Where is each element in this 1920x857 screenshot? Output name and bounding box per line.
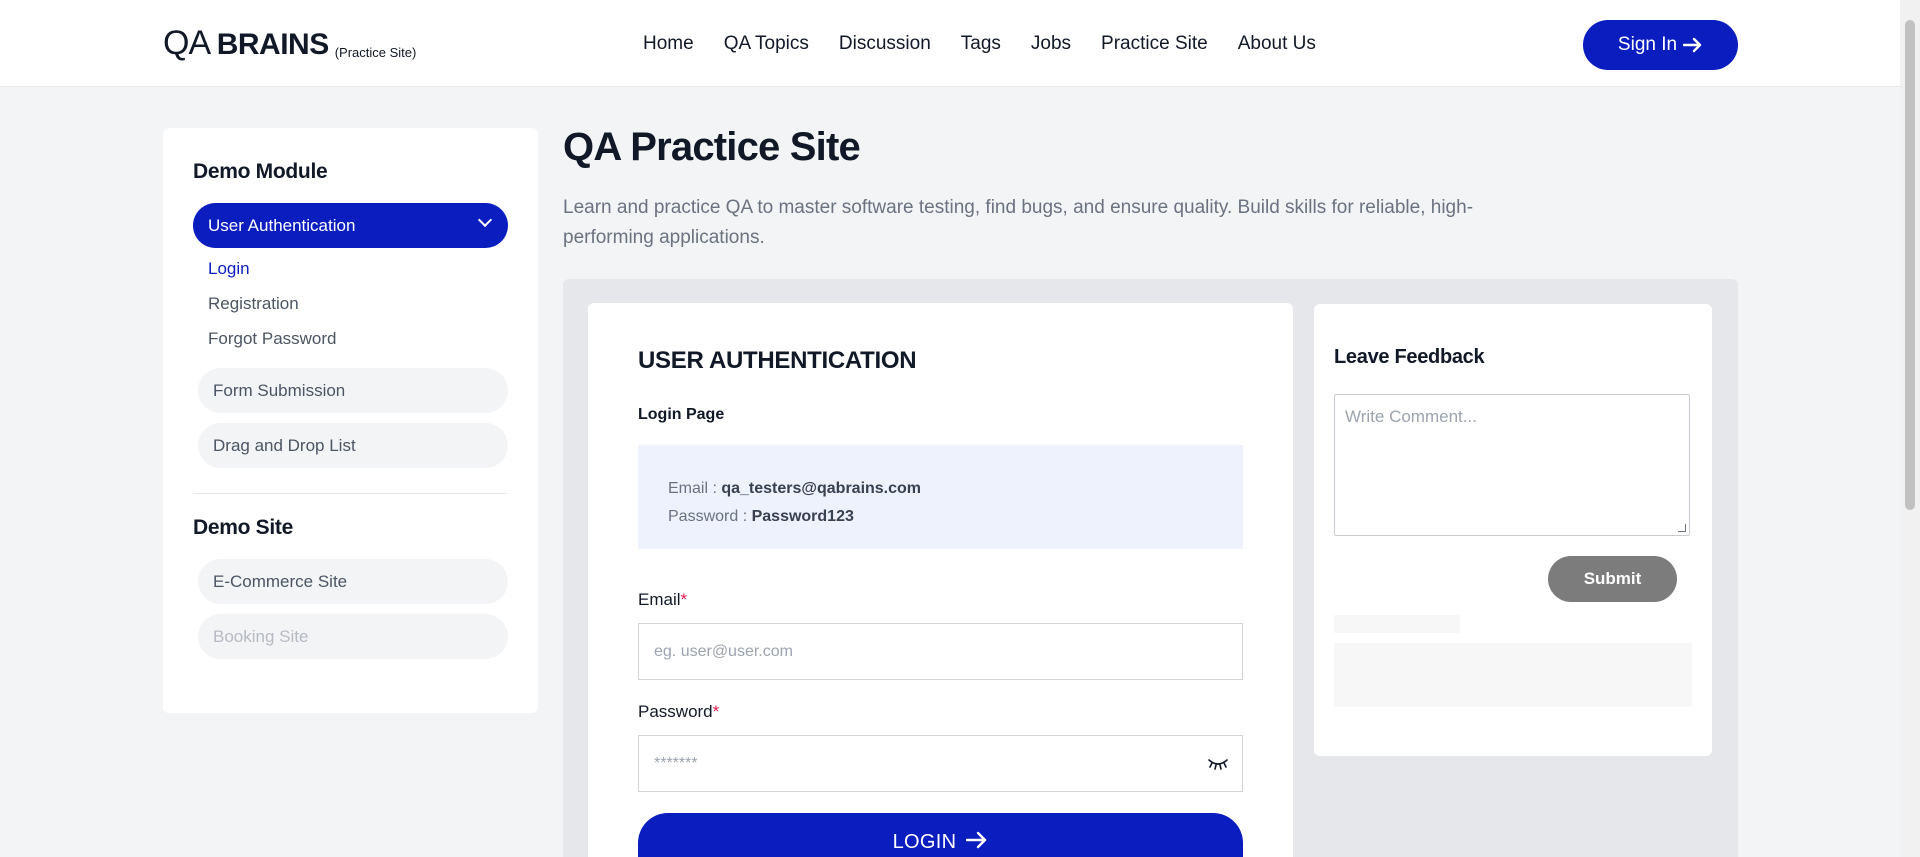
sidebar-subitem-forgot-password[interactable]: Forgot Password [208,329,337,349]
page-title: QA Practice Site [563,125,861,169]
sidebar-subitem-registration[interactable]: Registration [208,294,299,314]
arrow-right-icon [1683,37,1702,53]
sidebar: Demo Module User Authentication Login Re… [163,128,538,713]
nav-practice-site[interactable]: Practice Site [1101,30,1208,58]
sign-in-button[interactable]: Sign In [1583,20,1738,70]
demo-module-heading: Demo Module [193,160,328,183]
sidebar-subitem-login[interactable]: Login [208,259,250,279]
sidebar-item-drag-and-drop[interactable]: Drag and Drop List [198,423,508,468]
credentials-box: Email : qa_testers@qabrains.com Password… [638,445,1243,549]
nav-jobs[interactable]: Jobs [1031,30,1071,58]
email-placeholder: eg. user@user.com [654,642,793,660]
eye-closed-icon[interactable] [1208,758,1228,770]
demo-site-heading: Demo Site [193,516,293,539]
credentials-password: Password : Password123 [668,508,854,525]
password-label: Password* [638,702,720,721]
logo-subtitle: (Practice Site) [334,45,417,60]
password-field[interactable]: ******* [638,735,1243,792]
nav-qa-topics[interactable]: QA Topics [724,30,809,58]
chevron-down-icon [477,212,493,228]
loading-placeholder-block [1334,643,1692,707]
top-navbar: QA BRAINS (Practice Site) Home QA Topics… [0,0,1900,87]
email-field[interactable]: eg. user@user.com [638,623,1243,680]
card-title: USER AUTHENTICATION [638,347,917,374]
arrow-right-icon [966,831,987,849]
nav-about-us[interactable]: About Us [1238,30,1316,58]
password-placeholder: ******* [654,754,698,772]
feedback-card: Leave Feedback Write Comment... Submit [1314,304,1712,756]
feedback-title: Leave Feedback [1334,346,1485,368]
submit-button[interactable]: Submit [1548,556,1677,602]
card-subtitle: Login Page [638,406,725,423]
sign-in-label: Sign In [1617,34,1678,55]
sidebar-item-ecommerce-site[interactable]: E-Commerce Site [198,559,508,604]
site-logo[interactable]: QA BRAINS (Practice Site) [163,24,416,64]
page-description: Learn and practice QA to master software… [563,197,1474,248]
sidebar-divider [193,493,508,494]
login-button[interactable]: LOGIN [638,813,1243,857]
loading-placeholder [1334,615,1460,633]
credentials-email: Email : qa_testers@qabrains.com [668,480,922,497]
nav-home[interactable]: Home [643,30,694,58]
nav-tags[interactable]: Tags [961,30,1001,58]
sidebar-item-label: User Authentication [208,215,356,235]
sidebar-item-user-authentication[interactable]: User Authentication [193,203,508,248]
scrollbar-thumb[interactable] [1905,20,1915,510]
main-nav: Home QA Topics Discussion Tags Jobs Prac… [643,30,1346,58]
feedback-placeholder: Write Comment... [1345,407,1477,426]
logo-text: QA BRAINS [163,24,329,62]
sidebar-item-form-submission[interactable]: Form Submission [198,368,508,413]
email-label: Email* [638,590,688,609]
nav-discussion[interactable]: Discussion [839,30,931,58]
user-authentication-card: USER AUTHENTICATION Login Page Email : q… [588,303,1293,857]
resize-handle-icon[interactable] [1678,524,1686,532]
feedback-textarea[interactable]: Write Comment... [1334,394,1690,536]
login-label: LOGIN [892,831,957,853]
sidebar-item-booking-site: Booking Site [198,614,508,659]
